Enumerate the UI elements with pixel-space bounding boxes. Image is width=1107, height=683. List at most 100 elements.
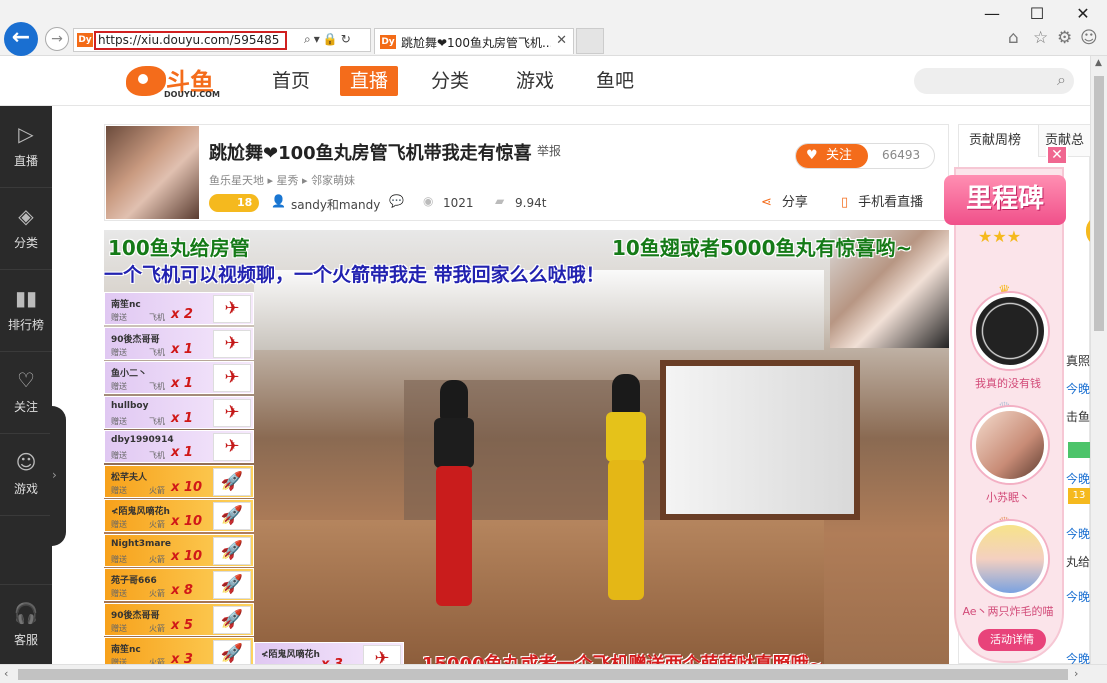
gift-quantity: x 3 [171, 652, 193, 664]
mobile-watch-button[interactable]: ▯ 手机看直播 [841, 191, 923, 210]
gift-type: 飞机 [149, 451, 165, 460]
sidebar-item-follow[interactable]: ♡ 关注 [0, 352, 52, 434]
gift-entry: dby1990914 赠送 飞机 x 1 ✈ [104, 430, 254, 463]
tab-close-icon[interactable]: ✕ [556, 33, 567, 48]
plane-icon: ✈ [213, 329, 251, 358]
home-icon[interactable]: ⌂ [1008, 28, 1019, 48]
supporter-avatar[interactable] [972, 521, 1048, 597]
owner-name[interactable]: sandy和mandy [291, 196, 380, 213]
gift-type: 火箭 [149, 520, 165, 529]
horizontal-scrollbar[interactable]: ‹ › [0, 664, 1107, 683]
report-link[interactable]: 举报 [537, 142, 561, 159]
settings-gear-icon[interactable]: ⚙ [1057, 28, 1072, 48]
gift-entry: ≮陌鬼风嘀花h 赠送 火箭 x 10 🚀 [104, 499, 254, 532]
close-icon[interactable]: ✕ [1046, 145, 1068, 165]
activity-details-button[interactable]: 活动详情 [978, 629, 1046, 651]
sidebar-item-label: 客服 [13, 633, 38, 647]
nav-fishbar[interactable]: 鱼吧 [596, 66, 634, 96]
vertical-scrollbar[interactable]: ▲ [1090, 56, 1107, 664]
gift-action: 赠送 [111, 623, 127, 633]
gift-quantity: x 3 [321, 657, 343, 664]
close-window-button[interactable]: ✕ [1068, 4, 1098, 23]
refresh-icon[interactable]: ↻ [341, 32, 354, 46]
gift-sender: 90後杰哥哥 [111, 334, 160, 345]
gift-sender: 鱼小二丶 [111, 369, 148, 379]
partial-link[interactable]: 今晚 [1066, 525, 1090, 542]
url-field[interactable]: https://xiu.douyu.com/595485 [94, 31, 287, 50]
sidebar-expand-handle[interactable]: › [50, 406, 66, 546]
partial-link[interactable]: 今晚 [1066, 588, 1090, 605]
minimize-button[interactable]: — [977, 4, 1007, 23]
gift-sender: Night3mare [111, 538, 172, 549]
partial-link[interactable]: 今晚 [1066, 380, 1090, 397]
gift-action: 赠送 [111, 554, 127, 564]
back-button[interactable]: ← [4, 22, 38, 56]
breadcrumb-item[interactable]: 星秀 [277, 174, 299, 187]
gift-entry: 南笙nc 赠送 火箭 x 3 🚀 [104, 637, 254, 664]
sidebar-item-rankings[interactable]: ▮▮ 排行榜 [0, 270, 52, 352]
plane-icon: ✈ [213, 398, 251, 427]
lock-icon[interactable]: 🔒 [323, 32, 341, 46]
room-title: 跳尬舞❤100鱼丸房管飞机带我走有惊喜 [209, 143, 532, 164]
share-button[interactable]: ⋖ 分享 [761, 191, 808, 210]
search-icon[interactable]: ⌕ [304, 32, 314, 46]
gift-quantity: x 1 [171, 341, 193, 357]
new-tab-button[interactable] [576, 28, 604, 54]
dropdown-icon[interactable]: ▾ [314, 32, 323, 46]
nav-home[interactable]: 首页 [272, 66, 310, 96]
scrollbar-thumb[interactable] [18, 669, 1068, 680]
rocket-icon: 🚀 [213, 502, 251, 530]
scroll-right-icon[interactable]: › [1074, 667, 1078, 680]
scroll-up-icon[interactable]: ▲ [1095, 58, 1102, 68]
sidebar-item-label: 直播 [13, 154, 38, 168]
sidebar-item-label: 分类 [13, 236, 38, 250]
gift-type: 火箭 [149, 623, 165, 633]
nav-live[interactable]: 直播 [340, 66, 399, 96]
gift-entry: 90後杰哥哥 赠送 火箭 x 5 🚀 [104, 602, 254, 636]
follow-widget: ♥ 关注 66493 [795, 143, 935, 169]
gift-action: 赠送 [111, 313, 127, 322]
overlay-text: 10鱼翅或者5000鱼丸有惊喜哟~ [612, 236, 913, 260]
gift-quantity: x 2 [171, 307, 193, 322]
streamer-avatar[interactable] [106, 126, 199, 219]
scrollbar-thumb[interactable] [1094, 76, 1104, 331]
gift-action: 赠送 [111, 347, 127, 357]
tab-favicon-icon: Dy [380, 35, 396, 49]
chevron-right-icon: › [52, 468, 57, 482]
favorites-star-icon[interactable]: ☆ [1033, 28, 1048, 48]
site-search-input[interactable]: ⌕ [914, 68, 1074, 94]
sidebar-item-categories[interactable]: ◈ 分类 [0, 188, 52, 270]
partial-link[interactable]: 今晚 [1066, 470, 1090, 487]
chat-bubble-icon[interactable]: 💬 [389, 194, 404, 208]
gift-type: 飞机 [149, 313, 165, 322]
sidebar-item-support[interactable]: 🎧 客服 [0, 584, 52, 666]
browser-tab[interactable]: Dy 跳尬舞❤100鱼丸房管飞机... ✕ [374, 28, 574, 54]
nav-categories[interactable]: 分类 [431, 66, 469, 96]
supporter-avatar[interactable] [972, 407, 1048, 483]
video-player[interactable]: 100鱼丸给房管 10鱼翅或者5000鱼丸有惊喜哟~ 一个飞机可以视频聊，一个火… [104, 230, 949, 664]
gift-type: 飞机 [149, 416, 165, 426]
gift-action: 赠送 [111, 451, 127, 460]
gift-sender: 南笙nc [111, 300, 141, 310]
douyu-logo[interactable]: 斗鱼 DOUYU.COM [126, 60, 226, 100]
follow-button[interactable]: ♥ 关注 [796, 144, 868, 168]
scroll-left-icon[interactable]: ‹ [4, 667, 8, 680]
supporter-avatar[interactable] [972, 293, 1048, 369]
green-badge [1068, 442, 1090, 458]
partial-text: 丸给 [1066, 555, 1091, 569]
rocket-icon: 🚀 [213, 571, 251, 599]
breadcrumb-item[interactable]: 邻家萌妹 [311, 174, 355, 187]
forward-button[interactable]: → [45, 27, 69, 51]
maximize-button[interactable]: ☐ [1022, 4, 1052, 23]
address-bar[interactable]: Dy https://xiu.douyu.com/595485 ⌕▾🔒↻ [73, 28, 371, 52]
breadcrumb-item[interactable]: 鱼乐星天地 [209, 174, 264, 187]
sidebar-item-games[interactable]: ☺ 游戏 [0, 434, 52, 516]
smiley-feedback-icon[interactable]: ☺ [1080, 28, 1098, 48]
user-icon: 👤 [271, 194, 286, 208]
gift-type: 火箭 [149, 589, 165, 598]
sidebar-item-live[interactable]: ▷ 直播 [0, 106, 52, 188]
gift-quantity: x 10 [171, 479, 203, 495]
search-icon[interactable]: ⌕ [1057, 70, 1066, 90]
fish-mascot-icon [126, 66, 166, 96]
nav-games[interactable]: 游戏 [516, 66, 554, 96]
